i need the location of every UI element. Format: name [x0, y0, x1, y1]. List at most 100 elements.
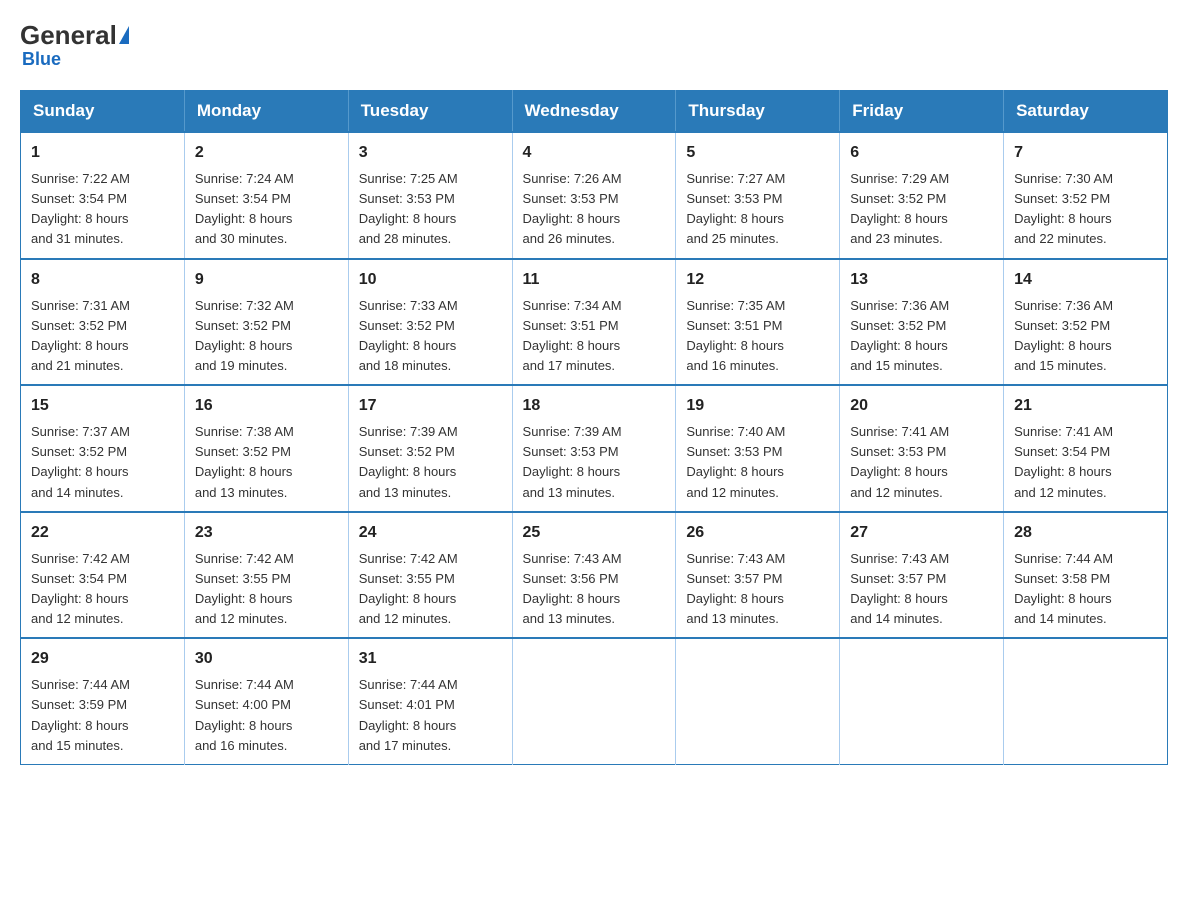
day-info: Sunrise: 7:44 AMSunset: 4:01 PMDaylight:…	[359, 675, 502, 756]
day-info: Sunrise: 7:33 AMSunset: 3:52 PMDaylight:…	[359, 296, 502, 377]
calendar-cell: 10Sunrise: 7:33 AMSunset: 3:52 PMDayligh…	[348, 259, 512, 386]
day-number: 25	[523, 521, 666, 545]
day-info: Sunrise: 7:39 AMSunset: 3:52 PMDaylight:…	[359, 422, 502, 503]
page-header: General Blue	[20, 20, 1168, 70]
calendar-cell: 18 Sunrise: 7:39 AMSunset: 3:53 PMDayligh…	[512, 385, 676, 512]
calendar-cell: 14 Sunrise: 7:36 AMSunset: 3:52 PMDayligh…	[1004, 259, 1168, 386]
calendar-cell: 23Sunrise: 7:42 AMSunset: 3:55 PMDayligh…	[184, 512, 348, 639]
day-info: Sunrise: 7:42 AMSunset: 3:55 PMDaylight:…	[359, 549, 502, 630]
calendar-cell: 8 Sunrise: 7:31 AMSunset: 3:52 PMDaylight…	[21, 259, 185, 386]
logo-triangle-icon	[119, 26, 129, 44]
day-number: 6	[850, 141, 993, 165]
day-number: 29	[31, 647, 174, 671]
day-number: 1	[31, 141, 174, 165]
calendar-cell: 28Sunrise: 7:44 AMSunset: 3:58 PMDayligh…	[1004, 512, 1168, 639]
day-info: Sunrise: 7:24 AMSunset: 3:54 PMDaylight:…	[195, 169, 338, 250]
calendar-cell	[676, 638, 840, 764]
day-number: 2	[195, 141, 338, 165]
calendar-cell	[512, 638, 676, 764]
calendar-cell: 31 Sunrise: 7:44 AMSunset: 4:01 PMDayligh…	[348, 638, 512, 764]
calendar-header-friday: Friday	[840, 91, 1004, 133]
day-info: Sunrise: 7:22 AMSunset: 3:54 PMDaylight:…	[31, 169, 174, 250]
calendar-cell: 22Sunrise: 7:42 AMSunset: 3:54 PMDayligh…	[21, 512, 185, 639]
day-info: Sunrise: 7:38 AMSunset: 3:52 PMDaylight:…	[195, 422, 338, 503]
day-info: Sunrise: 7:43 AMSunset: 3:57 PMDaylight:…	[850, 549, 993, 630]
day-info: Sunrise: 7:44 AMSunset: 3:59 PMDaylight:…	[31, 675, 174, 756]
day-number: 26	[686, 521, 829, 545]
day-info: Sunrise: 7:29 AMSunset: 3:52 PMDaylight:…	[850, 169, 993, 250]
day-info: Sunrise: 7:27 AMSunset: 3:53 PMDaylight:…	[686, 169, 829, 250]
day-info: Sunrise: 7:26 AMSunset: 3:53 PMDaylight:…	[523, 169, 666, 250]
calendar-week-row: 15Sunrise: 7:37 AMSunset: 3:52 PMDayligh…	[21, 385, 1168, 512]
day-number: 7	[1014, 141, 1157, 165]
day-info: Sunrise: 7:44 AMSunset: 3:58 PMDaylight:…	[1014, 549, 1157, 630]
calendar-cell: 4 Sunrise: 7:26 AMSunset: 3:53 PMDaylight…	[512, 132, 676, 259]
calendar-cell: 20 Sunrise: 7:41 AMSunset: 3:53 PMDayligh…	[840, 385, 1004, 512]
calendar-cell: 7Sunrise: 7:30 AMSunset: 3:52 PMDaylight…	[1004, 132, 1168, 259]
calendar-cell: 11Sunrise: 7:34 AMSunset: 3:51 PMDayligh…	[512, 259, 676, 386]
calendar-week-row: 8 Sunrise: 7:31 AMSunset: 3:52 PMDaylight…	[21, 259, 1168, 386]
day-info: Sunrise: 7:42 AMSunset: 3:54 PMDaylight:…	[31, 549, 174, 630]
logo-text: General	[20, 20, 129, 51]
calendar-table: SundayMondayTuesdayWednesdayThursdayFrid…	[20, 90, 1168, 765]
calendar-week-row: 29 Sunrise: 7:44 AMSunset: 3:59 PMDayligh…	[21, 638, 1168, 764]
day-number: 21	[1014, 394, 1157, 418]
calendar-cell: 24 Sunrise: 7:42 AMSunset: 3:55 PMDayligh…	[348, 512, 512, 639]
calendar-cell: 27 Sunrise: 7:43 AMSunset: 3:57 PMDayligh…	[840, 512, 1004, 639]
calendar-header-thursday: Thursday	[676, 91, 840, 133]
day-number: 27	[850, 521, 993, 545]
calendar-cell: 30 Sunrise: 7:44 AMSunset: 4:00 PMDayligh…	[184, 638, 348, 764]
day-number: 18	[523, 394, 666, 418]
day-info: Sunrise: 7:41 AMSunset: 3:53 PMDaylight:…	[850, 422, 993, 503]
day-info: Sunrise: 7:40 AMSunset: 3:53 PMDaylight:…	[686, 422, 829, 503]
logo: General Blue	[20, 20, 129, 70]
day-info: Sunrise: 7:36 AMSunset: 3:52 PMDaylight:…	[1014, 296, 1157, 377]
calendar-cell: 6 Sunrise: 7:29 AMSunset: 3:52 PMDaylight…	[840, 132, 1004, 259]
day-number: 5	[686, 141, 829, 165]
calendar-cell: 16Sunrise: 7:38 AMSunset: 3:52 PMDayligh…	[184, 385, 348, 512]
day-number: 9	[195, 268, 338, 292]
calendar-cell: 15Sunrise: 7:37 AMSunset: 3:52 PMDayligh…	[21, 385, 185, 512]
day-info: Sunrise: 7:41 AMSunset: 3:54 PMDaylight:…	[1014, 422, 1157, 503]
day-info: Sunrise: 7:25 AMSunset: 3:53 PMDaylight:…	[359, 169, 502, 250]
day-info: Sunrise: 7:44 AMSunset: 4:00 PMDaylight:…	[195, 675, 338, 756]
day-info: Sunrise: 7:32 AMSunset: 3:52 PMDaylight:…	[195, 296, 338, 377]
calendar-cell: 9 Sunrise: 7:32 AMSunset: 3:52 PMDaylight…	[184, 259, 348, 386]
day-number: 24	[359, 521, 502, 545]
calendar-week-row: 1 Sunrise: 7:22 AMSunset: 3:54 PMDaylight…	[21, 132, 1168, 259]
calendar-cell: 2 Sunrise: 7:24 AMSunset: 3:54 PMDaylight…	[184, 132, 348, 259]
logo-general: General	[20, 20, 117, 51]
calendar-cell: 21 Sunrise: 7:41 AMSunset: 3:54 PMDayligh…	[1004, 385, 1168, 512]
calendar-week-row: 22Sunrise: 7:42 AMSunset: 3:54 PMDayligh…	[21, 512, 1168, 639]
day-info: Sunrise: 7:43 AMSunset: 3:57 PMDaylight:…	[686, 549, 829, 630]
day-number: 20	[850, 394, 993, 418]
day-number: 31	[359, 647, 502, 671]
day-number: 4	[523, 141, 666, 165]
day-info: Sunrise: 7:34 AMSunset: 3:51 PMDaylight:…	[523, 296, 666, 377]
calendar-cell: 12Sunrise: 7:35 AMSunset: 3:51 PMDayligh…	[676, 259, 840, 386]
calendar-cell	[840, 638, 1004, 764]
calendar-header-wednesday: Wednesday	[512, 91, 676, 133]
day-number: 12	[686, 268, 829, 292]
calendar-header-tuesday: Tuesday	[348, 91, 512, 133]
day-info: Sunrise: 7:43 AMSunset: 3:56 PMDaylight:…	[523, 549, 666, 630]
day-info: Sunrise: 7:31 AMSunset: 3:52 PMDaylight:…	[31, 296, 174, 377]
day-info: Sunrise: 7:36 AMSunset: 3:52 PMDaylight:…	[850, 296, 993, 377]
day-number: 30	[195, 647, 338, 671]
calendar-cell: 5 Sunrise: 7:27 AMSunset: 3:53 PMDaylight…	[676, 132, 840, 259]
day-info: Sunrise: 7:39 AMSunset: 3:53 PMDaylight:…	[523, 422, 666, 503]
day-number: 23	[195, 521, 338, 545]
day-number: 17	[359, 394, 502, 418]
calendar-cell: 19Sunrise: 7:40 AMSunset: 3:53 PMDayligh…	[676, 385, 840, 512]
day-number: 14	[1014, 268, 1157, 292]
calendar-cell: 3 Sunrise: 7:25 AMSunset: 3:53 PMDaylight…	[348, 132, 512, 259]
calendar-cell: 25 Sunrise: 7:43 AMSunset: 3:56 PMDayligh…	[512, 512, 676, 639]
day-number: 3	[359, 141, 502, 165]
calendar-cell: 26 Sunrise: 7:43 AMSunset: 3:57 PMDayligh…	[676, 512, 840, 639]
day-number: 8	[31, 268, 174, 292]
calendar-cell: 17 Sunrise: 7:39 AMSunset: 3:52 PMDayligh…	[348, 385, 512, 512]
day-info: Sunrise: 7:37 AMSunset: 3:52 PMDaylight:…	[31, 422, 174, 503]
calendar-cell: 29 Sunrise: 7:44 AMSunset: 3:59 PMDayligh…	[21, 638, 185, 764]
calendar-header-sunday: Sunday	[21, 91, 185, 133]
calendar-header-row: SundayMondayTuesdayWednesdayThursdayFrid…	[21, 91, 1168, 133]
